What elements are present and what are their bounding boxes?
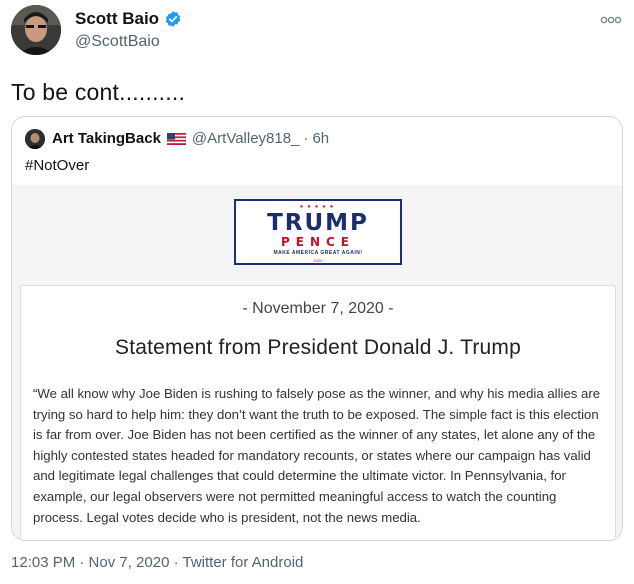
tweet-text: To be cont.......... [11, 79, 186, 105]
quoted-profile-photo-icon [25, 129, 45, 149]
logo-pence-text: PENCE [280, 235, 356, 249]
tweet-metadata[interactable]: 12:03 PM · Nov 7, 2020 · Twitter for And… [11, 554, 303, 571]
profile-photo-icon [11, 5, 61, 55]
statement-date: - November 7, 2020 - [242, 300, 394, 317]
separator-dot: · [303, 130, 309, 147]
verified-badge-icon [165, 11, 181, 27]
logo-trump-text: TRUMP [267, 210, 369, 236]
quoted-timestamp[interactable]: 6h [312, 130, 329, 147]
author-name[interactable]: Scott Baio [75, 9, 182, 29]
quoted-avatar[interactable] [25, 129, 45, 149]
author-name-text[interactable]: Scott Baio [75, 9, 159, 29]
quoted-header: Art TakingBack @ArtValley818_ · 6h [52, 130, 329, 147]
us-flag-icon [166, 132, 186, 145]
logo-year: 2020 [313, 258, 323, 263]
trump-pence-logo: ★★★★★ TRUMP PENCE MAKE AMERICA GREAT AGA… [234, 199, 402, 265]
avatar[interactable] [11, 5, 61, 55]
statement-document: - November 7, 2020 - Statement from Pres… [20, 285, 616, 540]
quoted-tweet-card[interactable]: Art TakingBack @ArtValley818_ · 6h #NotO… [11, 116, 623, 541]
statement-body: “We all know why Joe Biden is rushing to… [33, 386, 601, 525]
author-handle[interactable]: @ScottBaio [75, 33, 160, 51]
statement-title: Statement from President Donald J. Trump [114, 336, 521, 359]
quoted-author-handle[interactable]: @ArtValley818_ [192, 130, 300, 147]
quoted-image[interactable]: ★★★★★ TRUMP PENCE MAKE AMERICA GREAT AGA… [12, 185, 622, 540]
logo-slogan: MAKE AMERICA GREAT AGAIN! [273, 250, 363, 256]
ellipsis-icon[interactable] [600, 14, 622, 26]
quoted-text: #NotOver [25, 157, 90, 174]
tweet: Scott Baio @ScottBaio To be cont........… [0, 0, 634, 584]
quoted-author-name[interactable]: Art TakingBack [52, 130, 161, 147]
